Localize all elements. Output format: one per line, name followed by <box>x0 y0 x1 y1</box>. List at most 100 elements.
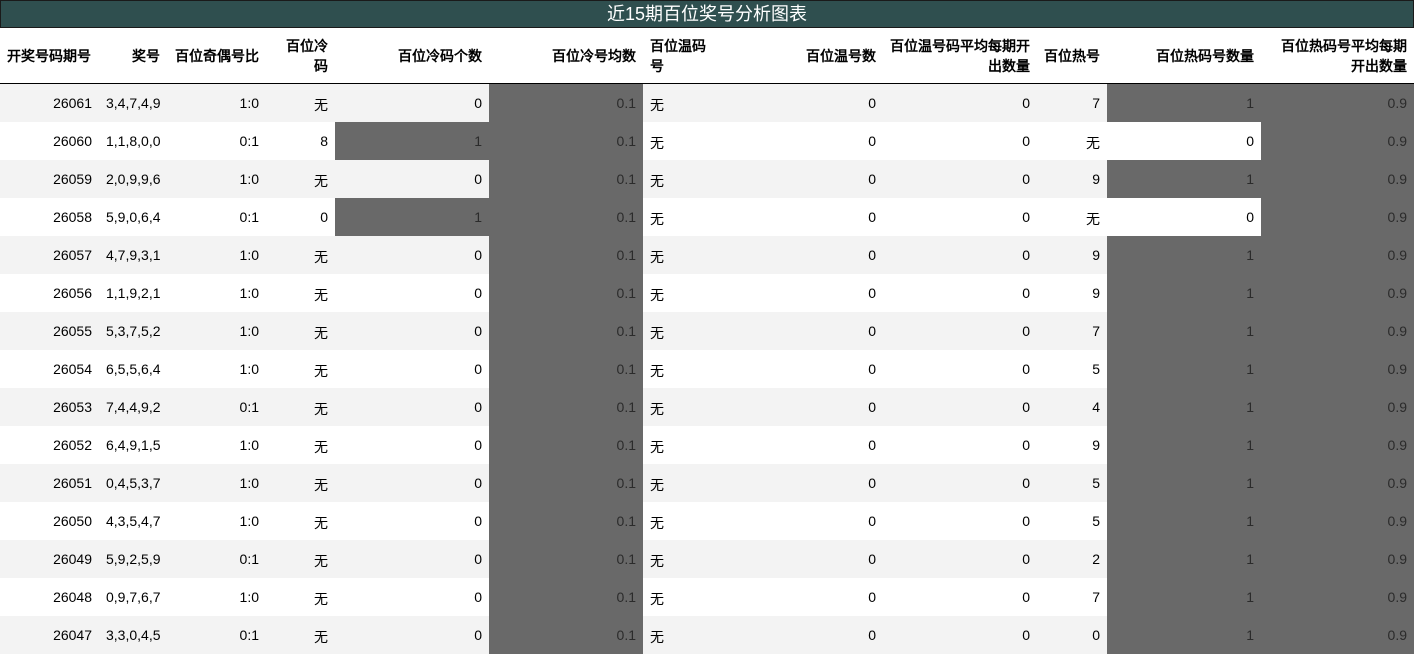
cell-issue[interactable]: 26056 <box>0 274 99 312</box>
cell-warm-code[interactable]: 无 <box>643 464 723 502</box>
cell-warm-count[interactable]: 0 <box>723 274 883 312</box>
cell-issue[interactable]: 26047 <box>0 616 99 654</box>
cell-cold-avg[interactable]: 0.1 <box>489 198 643 236</box>
header-hot-code[interactable]: 百位热号 <box>1037 28 1107 84</box>
cell-cold-code[interactable]: 无 <box>266 350 335 388</box>
cell-warm-code[interactable]: 无 <box>643 312 723 350</box>
cell-odd-even[interactable]: 1:0 <box>167 160 266 198</box>
cell-hot-avg[interactable]: 0.9 <box>1261 502 1414 540</box>
cell-numbers[interactable]: 2,0,9,9,6 <box>99 160 167 198</box>
cell-cold-avg[interactable]: 0.1 <box>489 388 643 426</box>
cell-hot-count[interactable]: 1 <box>1107 578 1261 616</box>
cell-cold-code[interactable]: 无 <box>266 312 335 350</box>
cell-cold-avg[interactable]: 0.1 <box>489 312 643 350</box>
cell-odd-even[interactable]: 0:1 <box>167 540 266 578</box>
header-odd-even-ratio[interactable]: 百位奇偶号比 <box>167 28 266 84</box>
cell-numbers[interactable]: 5,9,2,5,9 <box>99 540 167 578</box>
header-cold-avg[interactable]: 百位冷号均数 <box>489 28 643 84</box>
header-issue[interactable]: 开奖号码期号 <box>0 28 99 84</box>
cell-cold-count[interactable]: 1 <box>335 122 489 160</box>
cell-hot-code[interactable]: 4 <box>1037 388 1107 426</box>
cell-issue[interactable]: 26053 <box>0 388 99 426</box>
cell-cold-avg[interactable]: 0.1 <box>489 274 643 312</box>
cell-cold-count[interactable]: 0 <box>335 312 489 350</box>
cell-cold-count[interactable]: 0 <box>335 160 489 198</box>
cell-warm-count[interactable]: 0 <box>723 84 883 123</box>
cell-odd-even[interactable]: 1:0 <box>167 464 266 502</box>
cell-hot-count[interactable]: 1 <box>1107 274 1261 312</box>
cell-warm-avg[interactable]: 0 <box>883 426 1037 464</box>
cell-warm-count[interactable]: 0 <box>723 198 883 236</box>
cell-warm-avg[interactable]: 0 <box>883 350 1037 388</box>
cell-hot-avg[interactable]: 0.9 <box>1261 540 1414 578</box>
cell-numbers[interactable]: 4,7,9,3,1 <box>99 236 167 274</box>
cell-hot-avg[interactable]: 0.9 <box>1261 464 1414 502</box>
header-hot-count[interactable]: 百位热码号数量 <box>1107 28 1261 84</box>
cell-warm-avg[interactable]: 0 <box>883 388 1037 426</box>
cell-cold-count[interactable]: 0 <box>335 616 489 654</box>
cell-cold-avg[interactable]: 0.1 <box>489 616 643 654</box>
cell-warm-count[interactable]: 0 <box>723 502 883 540</box>
cell-numbers[interactable]: 7,4,4,9,2 <box>99 388 167 426</box>
cell-odd-even[interactable]: 1:0 <box>167 312 266 350</box>
cell-hot-code[interactable]: 9 <box>1037 274 1107 312</box>
cell-numbers[interactable]: 6,5,5,6,4 <box>99 350 167 388</box>
cell-warm-count[interactable]: 0 <box>723 160 883 198</box>
cell-cold-avg[interactable]: 0.1 <box>489 84 643 123</box>
cell-cold-code[interactable]: 8 <box>266 122 335 160</box>
cell-hot-count[interactable]: 1 <box>1107 540 1261 578</box>
cell-issue[interactable]: 26057 <box>0 236 99 274</box>
cell-hot-count[interactable]: 1 <box>1107 502 1261 540</box>
cell-warm-code[interactable]: 无 <box>643 122 723 160</box>
cell-warm-avg[interactable]: 0 <box>883 578 1037 616</box>
cell-issue[interactable]: 26055 <box>0 312 99 350</box>
cell-issue[interactable]: 26054 <box>0 350 99 388</box>
cell-cold-code[interactable]: 无 <box>266 388 335 426</box>
cell-cold-code[interactable]: 无 <box>266 464 335 502</box>
cell-cold-code[interactable]: 无 <box>266 578 335 616</box>
cell-warm-count[interactable]: 0 <box>723 388 883 426</box>
cell-odd-even[interactable]: 1:0 <box>167 274 266 312</box>
cell-odd-even[interactable]: 1:0 <box>167 350 266 388</box>
cell-cold-avg[interactable]: 0.1 <box>489 502 643 540</box>
cell-cold-count[interactable]: 0 <box>335 388 489 426</box>
cell-warm-avg[interactable]: 0 <box>883 84 1037 123</box>
cell-warm-count[interactable]: 0 <box>723 350 883 388</box>
cell-hot-avg[interactable]: 0.9 <box>1261 236 1414 274</box>
cell-odd-even[interactable]: 1:0 <box>167 502 266 540</box>
cell-issue[interactable]: 26048 <box>0 578 99 616</box>
cell-issue[interactable]: 26051 <box>0 464 99 502</box>
cell-cold-avg[interactable]: 0.1 <box>489 122 643 160</box>
cell-hot-code[interactable]: 9 <box>1037 160 1107 198</box>
cell-warm-code[interactable]: 无 <box>643 502 723 540</box>
header-cold-code[interactable]: 百位冷码 <box>266 28 335 84</box>
cell-warm-count[interactable]: 0 <box>723 312 883 350</box>
cell-cold-avg[interactable]: 0.1 <box>489 236 643 274</box>
cell-warm-code[interactable]: 无 <box>643 84 723 123</box>
cell-cold-code[interactable]: 无 <box>266 274 335 312</box>
cell-warm-avg[interactable]: 0 <box>883 540 1037 578</box>
cell-numbers[interactable]: 5,9,0,6,4 <box>99 198 167 236</box>
cell-hot-avg[interactable]: 0.9 <box>1261 274 1414 312</box>
cell-hot-count[interactable]: 1 <box>1107 312 1261 350</box>
cell-odd-even[interactable]: 0:1 <box>167 198 266 236</box>
cell-warm-count[interactable]: 0 <box>723 122 883 160</box>
header-cold-count[interactable]: 百位冷码个数 <box>335 28 489 84</box>
cell-warm-code[interactable]: 无 <box>643 540 723 578</box>
cell-cold-count[interactable]: 0 <box>335 578 489 616</box>
cell-warm-code[interactable]: 无 <box>643 388 723 426</box>
cell-warm-code[interactable]: 无 <box>643 578 723 616</box>
cell-odd-even[interactable]: 1:0 <box>167 426 266 464</box>
cell-cold-count[interactable]: 0 <box>335 350 489 388</box>
cell-numbers[interactable]: 3,4,7,4,9 <box>99 84 167 123</box>
cell-hot-avg[interactable]: 0.9 <box>1261 84 1414 123</box>
cell-issue[interactable]: 26050 <box>0 502 99 540</box>
cell-cold-count[interactable]: 0 <box>335 274 489 312</box>
cell-hot-code[interactable]: 无 <box>1037 198 1107 236</box>
cell-cold-count[interactable]: 0 <box>335 236 489 274</box>
cell-cold-code[interactable]: 无 <box>266 160 335 198</box>
cell-cold-avg[interactable]: 0.1 <box>489 160 643 198</box>
cell-numbers[interactable]: 5,3,7,5,2 <box>99 312 167 350</box>
cell-warm-code[interactable]: 无 <box>643 274 723 312</box>
cell-cold-count[interactable]: 0 <box>335 84 489 123</box>
